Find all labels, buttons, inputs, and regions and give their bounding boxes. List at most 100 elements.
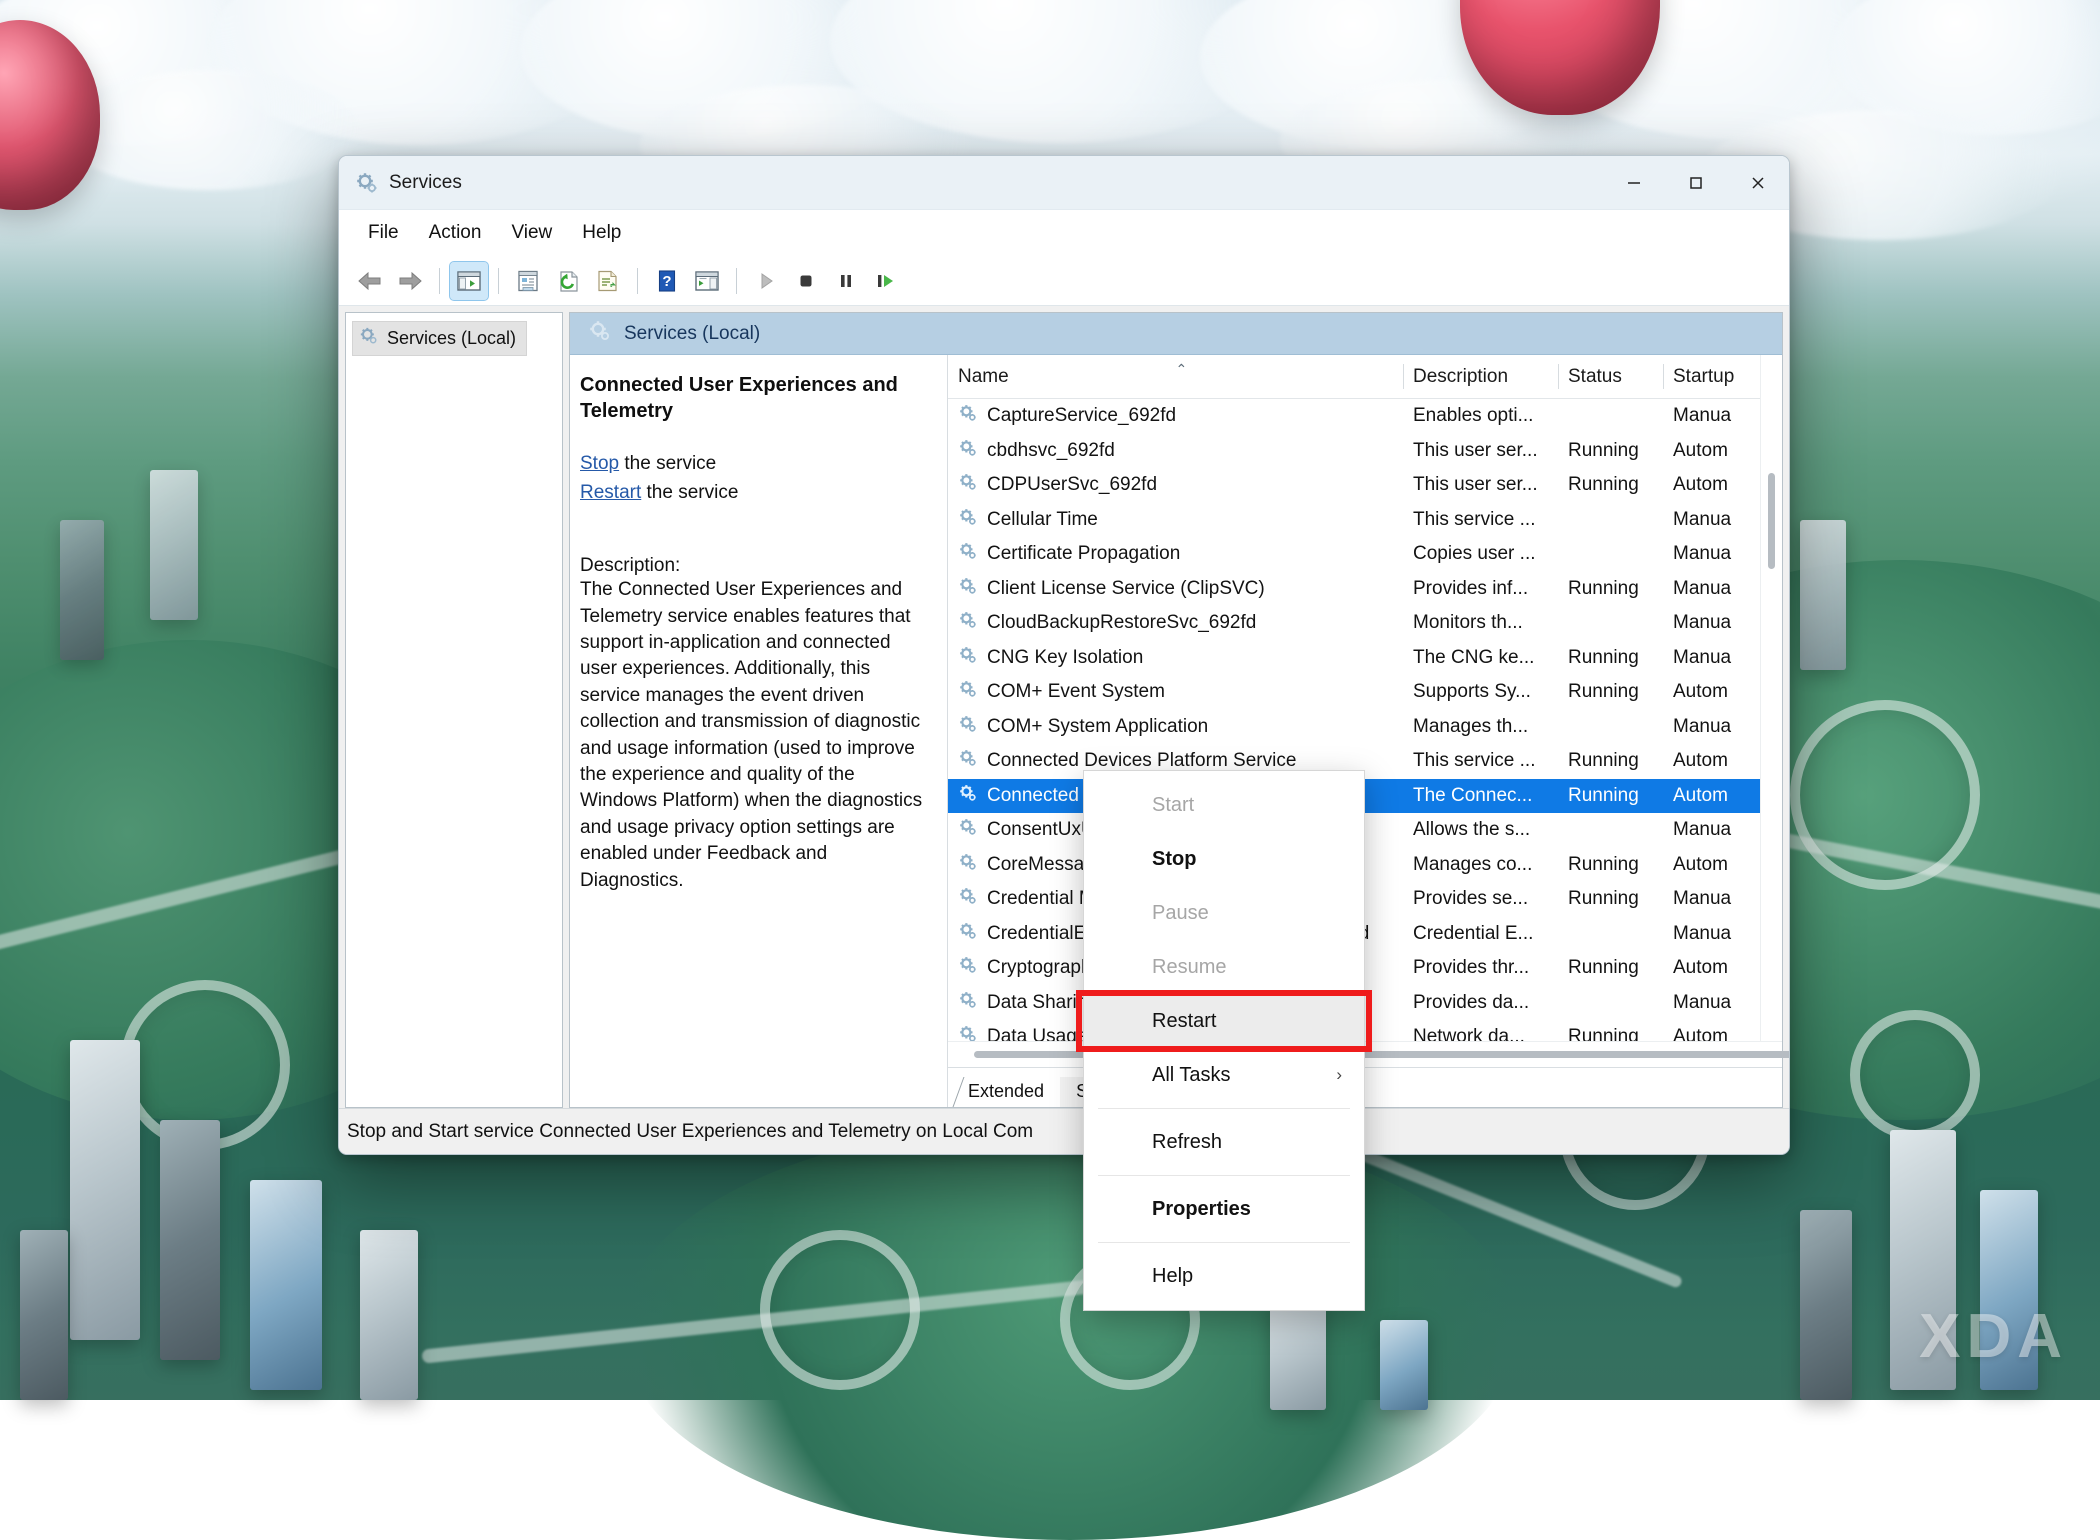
detail-service-name: Connected User Experiences and Telemetry xyxy=(580,374,898,422)
properties-icon[interactable] xyxy=(509,262,547,300)
cell-status: Running xyxy=(1568,646,1639,668)
cell-service-name: CloudBackupRestoreSvc_692fd xyxy=(948,610,1403,636)
sidebar-item-services-local[interactable]: Services (Local) xyxy=(352,321,528,356)
ctx-stop[interactable]: Stop xyxy=(1084,832,1364,886)
stop-the-service-link[interactable]: Stop xyxy=(580,453,619,474)
cell-description: Enables opti... xyxy=(1413,405,1534,427)
ctx-help[interactable]: Help xyxy=(1084,1249,1364,1303)
cell-status: Running xyxy=(1568,1026,1639,1041)
forward-icon[interactable] xyxy=(391,262,429,300)
toolbar-separator xyxy=(498,267,499,294)
restart-the-service-link[interactable]: Restart xyxy=(580,482,641,503)
column-header-name-label: Name xyxy=(958,365,1009,387)
export-list-icon[interactable] xyxy=(589,262,627,300)
table-row[interactable]: CloudBackupRestoreSvc_692fd Monitors th..… xyxy=(948,606,1760,641)
svg-text:?: ? xyxy=(662,273,671,290)
service-name-label: cbdhsvc_692fd xyxy=(987,439,1115,461)
service-gear-icon xyxy=(958,783,978,809)
ctx-pause-label: Pause xyxy=(1152,901,1209,924)
column-header-startup[interactable]: Startup xyxy=(1663,355,1753,398)
cell-startup-type: Autom xyxy=(1673,439,1728,461)
table-row[interactable]: CDPUserSvc_692fd This user ser... Running A… xyxy=(948,468,1760,503)
table-row[interactable]: Client License Service (ClipSVC) Provides… xyxy=(948,572,1760,607)
column-header-description[interactable]: Description xyxy=(1403,355,1558,398)
cell-startup-type: Autom xyxy=(1673,853,1728,875)
building xyxy=(1800,1210,1852,1400)
menu-bar: File Action View Help xyxy=(339,210,1789,256)
table-row[interactable]: CaptureService_692fd Enables opti... Manua xyxy=(948,399,1760,434)
cell-startup-type: Manua xyxy=(1673,646,1732,668)
table-row[interactable]: Certificate Propagation Copies user ... Ma… xyxy=(948,537,1760,572)
service-gear-icon xyxy=(958,438,978,464)
services-gear-icon xyxy=(359,326,379,351)
restart-service-icon[interactable] xyxy=(867,262,905,300)
refresh-icon[interactable] xyxy=(549,262,587,300)
table-row[interactable]: CNG Key Isolation The CNG ke... Running Man… xyxy=(948,641,1760,676)
help-icon[interactable]: ? xyxy=(648,262,686,300)
tab-extended[interactable]: Extended xyxy=(939,1077,1073,1107)
close-button[interactable] xyxy=(1727,156,1789,209)
cell-description: The Connec... xyxy=(1413,784,1533,806)
menu-help[interactable]: Help xyxy=(567,217,636,249)
building xyxy=(150,470,198,620)
show-hide-console-tree-icon[interactable] xyxy=(449,260,489,301)
service-detail-pane: Connected User Experiences and Telemetry… xyxy=(570,355,948,1107)
service-gear-icon xyxy=(958,645,978,671)
service-gear-icon xyxy=(958,714,978,740)
service-gear-icon xyxy=(958,886,978,912)
pause-service-icon[interactable] xyxy=(827,262,865,300)
sidebar-item-label: Services (Local) xyxy=(387,328,517,348)
cell-description: This user ser... xyxy=(1413,474,1538,496)
menu-view[interactable]: View xyxy=(496,217,567,249)
cell-startup-type: Manua xyxy=(1673,922,1732,944)
menu-action[interactable]: Action xyxy=(414,217,497,249)
service-gear-icon xyxy=(958,403,978,429)
horizontal-scrollbar[interactable] xyxy=(948,1041,1789,1067)
service-gear-icon xyxy=(958,507,978,533)
service-gear-icon xyxy=(958,921,978,947)
table-row[interactable]: COM+ System Application Manages th... Manu… xyxy=(948,710,1760,745)
cell-description: Network da... xyxy=(1413,1026,1525,1041)
vertical-scrollbar-thumb[interactable] xyxy=(1768,473,1775,569)
cloud xyxy=(60,70,360,190)
ctx-start-label: Start xyxy=(1152,793,1195,816)
cell-description: Allows the s... xyxy=(1413,819,1531,841)
service-gear-icon xyxy=(958,679,978,705)
ctx-restart[interactable]: Restart xyxy=(1084,994,1364,1048)
cell-startup-type: Autom xyxy=(1673,957,1728,979)
console-tree-pane: Services (Local) xyxy=(345,312,563,1108)
cell-startup-type: Manua xyxy=(1673,508,1732,530)
table-row[interactable]: Cellular Time This service ... Manua xyxy=(948,503,1760,538)
ctx-pause: Pause xyxy=(1084,886,1364,940)
cell-service-name: Client License Service (ClipSVC) xyxy=(948,576,1403,602)
column-header-status[interactable]: Status xyxy=(1558,355,1663,398)
table-row[interactable]: COM+ Event System Supports Sy... Running Au… xyxy=(948,675,1760,710)
ctx-all-tasks[interactable]: All Tasks › xyxy=(1084,1048,1364,1102)
start-service-icon[interactable] xyxy=(747,262,785,300)
service-name-label: Client License Service (ClipSVC) xyxy=(987,577,1265,599)
cell-startup-type: Manua xyxy=(1673,991,1732,1013)
show-hide-action-pane-icon[interactable] xyxy=(688,262,726,300)
table-row[interactable]: cbdhsvc_692fd This user ser... Running Auto… xyxy=(948,434,1760,469)
service-gear-icon xyxy=(958,852,978,878)
ctx-properties[interactable]: Properties xyxy=(1084,1182,1364,1236)
cell-status: Running xyxy=(1568,888,1639,910)
service-name-label: CNG Key Isolation xyxy=(987,646,1144,668)
building xyxy=(1270,1300,1326,1410)
back-icon[interactable] xyxy=(351,262,389,300)
menu-file[interactable]: File xyxy=(353,217,414,249)
column-header-name[interactable]: Name ⌃ xyxy=(948,355,1403,398)
cell-startup-type: Manua xyxy=(1673,888,1732,910)
vertical-scrollbar[interactable] xyxy=(1760,355,1782,1041)
ctx-refresh[interactable]: Refresh xyxy=(1084,1115,1364,1169)
cell-status: Running xyxy=(1568,681,1639,703)
stop-suffix: the service xyxy=(619,453,717,475)
context-menu-separator xyxy=(1098,1242,1350,1243)
minimize-button[interactable] xyxy=(1603,156,1665,209)
stop-service-icon[interactable] xyxy=(787,262,825,300)
cell-service-name: CNG Key Isolation xyxy=(948,645,1403,671)
cell-description: Provides se... xyxy=(1413,888,1529,910)
building xyxy=(1380,1320,1428,1410)
maximize-button[interactable] xyxy=(1665,156,1727,209)
window-controls xyxy=(1603,156,1789,209)
